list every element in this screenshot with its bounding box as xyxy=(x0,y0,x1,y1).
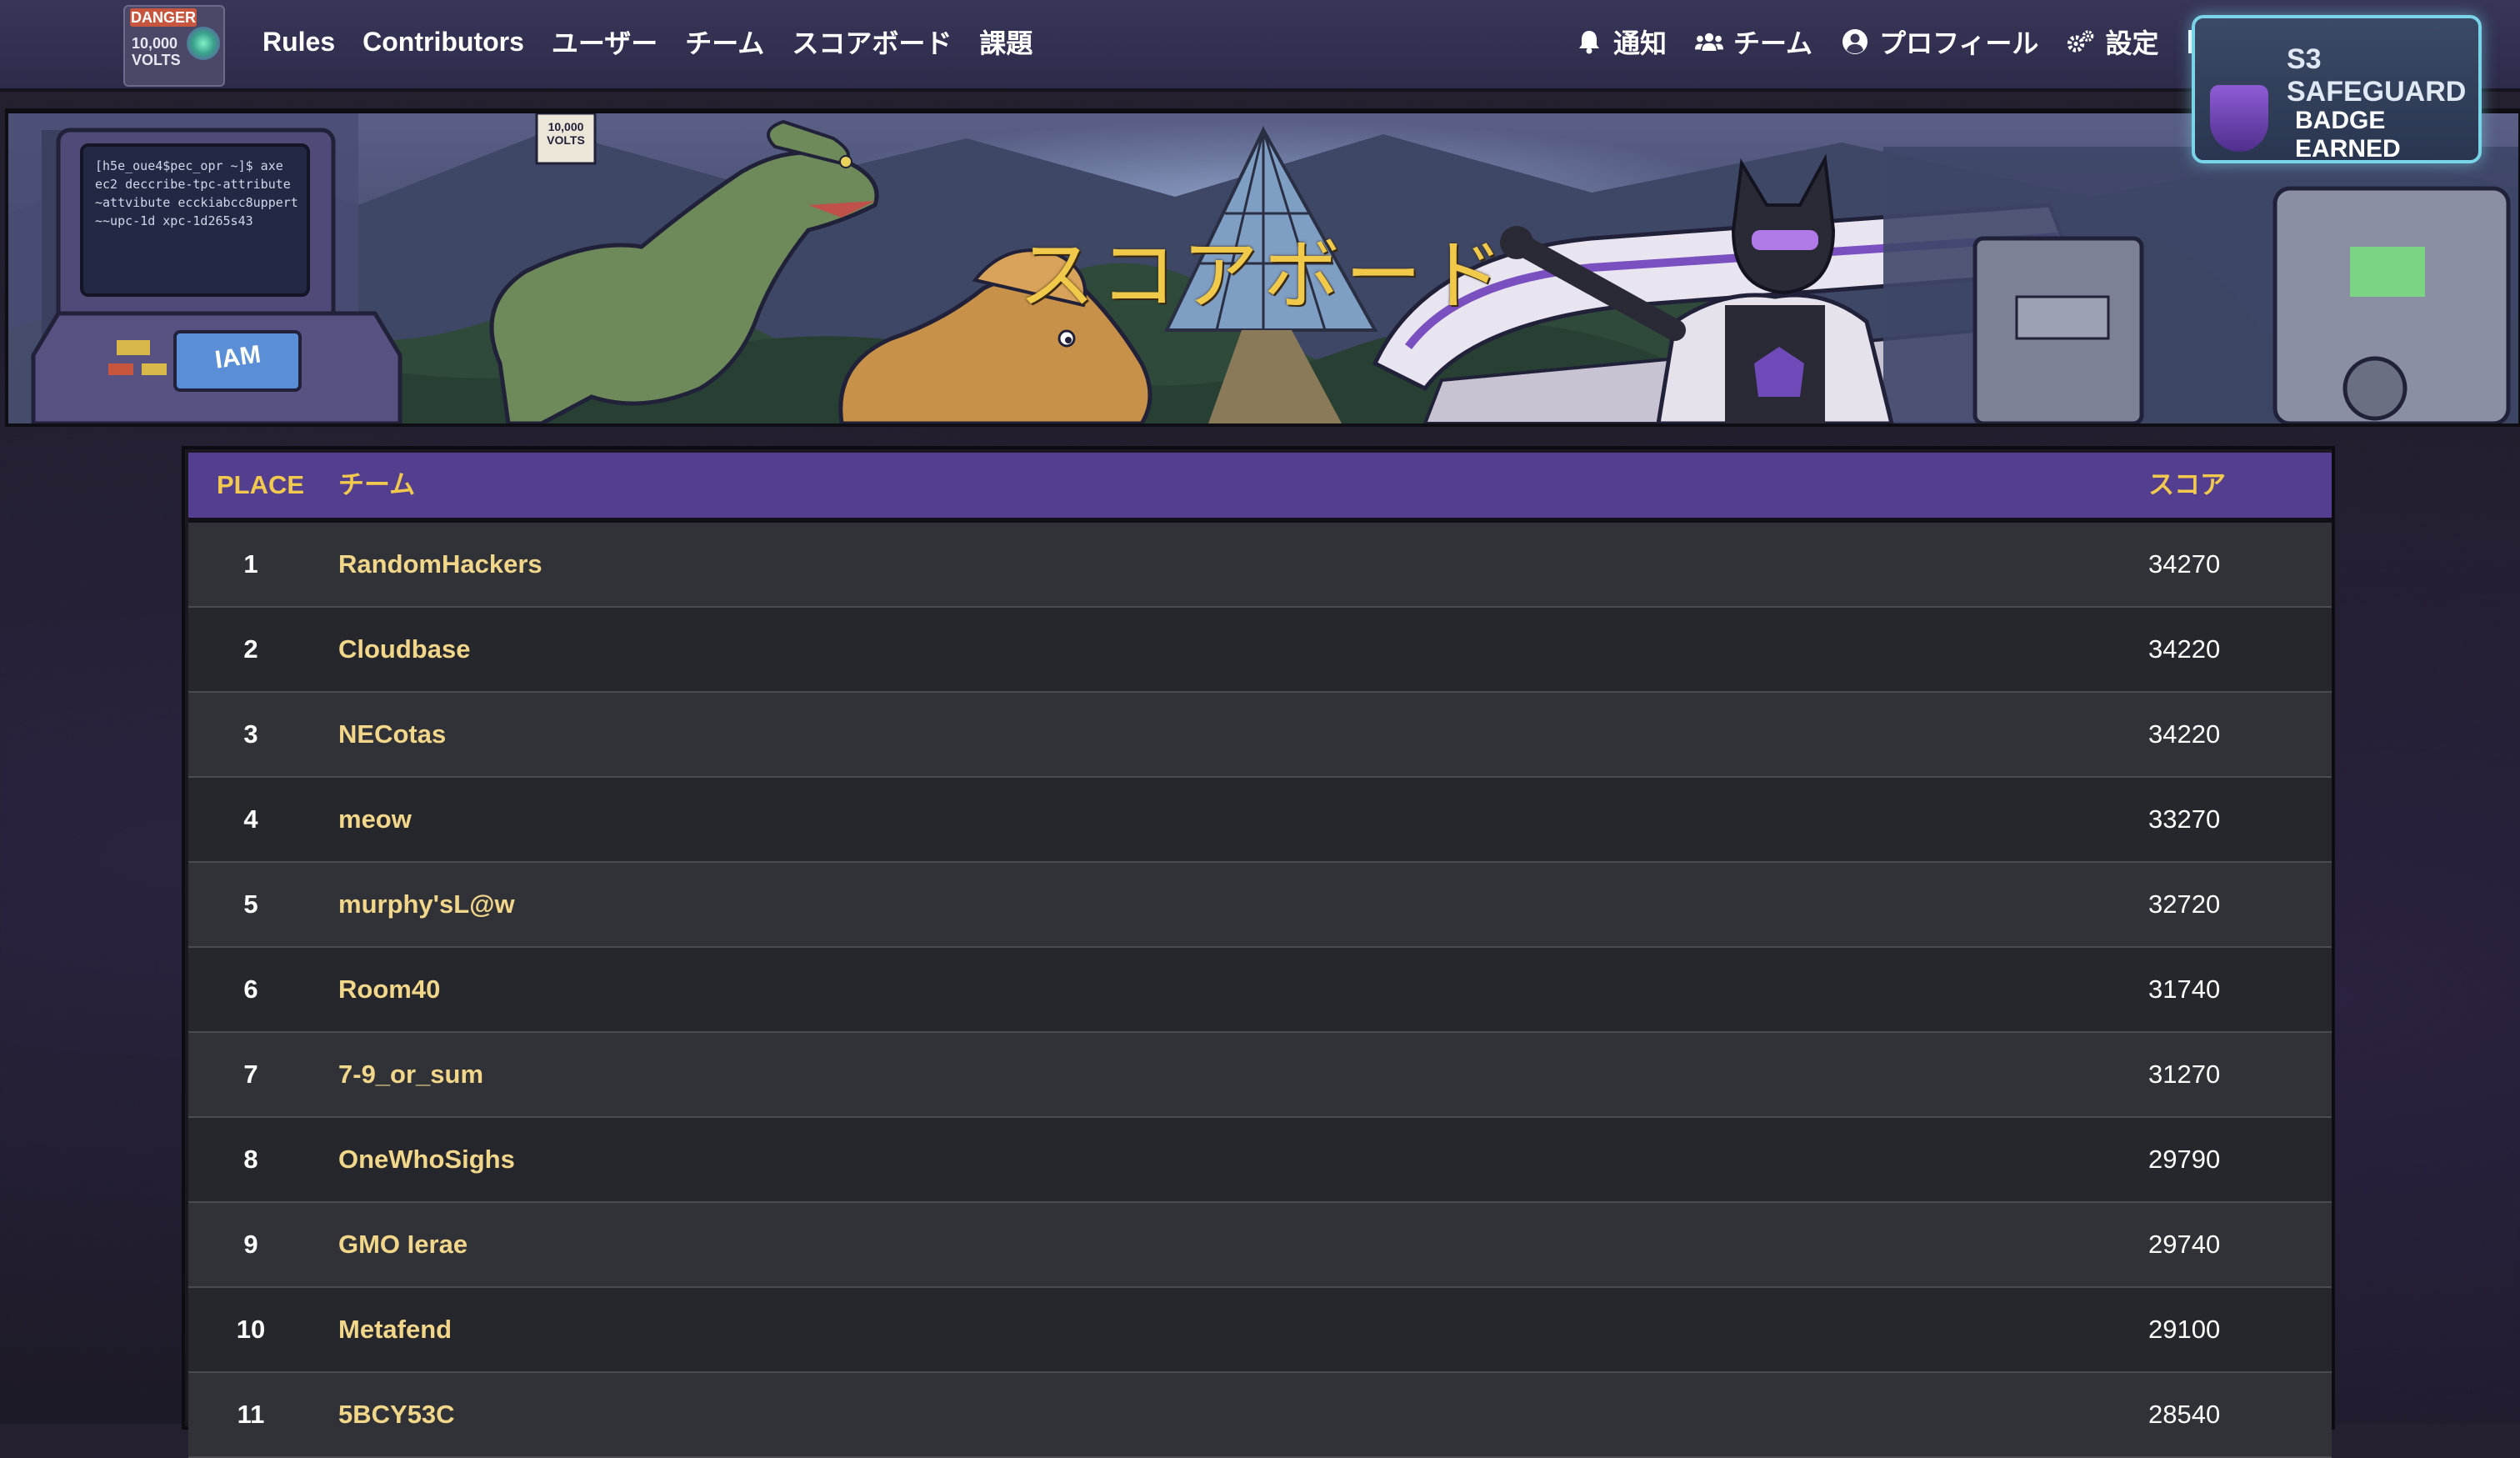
badge-title: S3 SAFEGUARD xyxy=(2287,43,2467,108)
place-cell: 5 xyxy=(243,889,258,919)
table-row: 11 5BCY53C 28540 xyxy=(188,1373,2332,1458)
table-row: 7 7-9_or_sum 31270 xyxy=(188,1033,2332,1118)
place-cell: 1 xyxy=(243,549,258,579)
nav-settings-label: 設定 xyxy=(2105,28,2159,58)
top-navbar: DANGER 10,000 VOLTS Rules Contributors ユ… xyxy=(0,0,2520,92)
place-cell: 10 xyxy=(236,1315,266,1344)
place-cell: 3 xyxy=(243,719,258,749)
score-cell: 34220 xyxy=(2148,719,2221,749)
nav-notifications-label: 通知 xyxy=(1613,28,1668,58)
team-link[interactable]: NECotas xyxy=(338,693,446,776)
nav-link-teams[interactable]: チーム xyxy=(685,23,764,61)
badge-subtitle: BADGE EARNED xyxy=(2295,107,2401,163)
nav-link-profile[interactable]: プロフィール xyxy=(1841,23,2038,61)
column-header-score[interactable]: スコア xyxy=(2148,453,2226,518)
terminal-line: [h5e_oue4$pec_opr ~]$ axe xyxy=(95,158,283,173)
table-body: 1 RandomHackers 34270 2 Cloudbase 34220 … xyxy=(188,523,2332,1458)
logo-danger-label: DANGER xyxy=(130,8,197,27)
team-link[interactable]: Cloudbase xyxy=(338,608,470,691)
table-row: 9 GMO Ierae 29740 xyxy=(188,1203,2332,1288)
score-cell: 34220 xyxy=(2148,634,2221,664)
logo-volts-label: 10,000 VOLTS xyxy=(132,35,181,68)
team-link[interactable]: meow xyxy=(338,778,412,861)
nav-right-links: 通知 チーム プロフィール 設定 A文 xyxy=(1575,0,2298,83)
table-row: 2 Cloudbase 34220 xyxy=(188,608,2332,693)
gears-icon xyxy=(2067,28,2095,56)
nav-profile-label: プロフィール xyxy=(1879,28,2039,58)
table-header: PLACE チーム スコア xyxy=(188,453,2332,523)
page-title: スコアボード xyxy=(1018,231,1508,320)
team-link[interactable]: 5BCY53C xyxy=(338,1373,455,1456)
nav-left-links: Rules Contributors ユーザー チーム スコアボード 課題 xyxy=(262,0,1032,83)
team-link[interactable]: RandomHackers xyxy=(338,523,542,606)
bell-icon xyxy=(1575,28,1603,56)
site-logo[interactable]: DANGER 10,000 VOLTS xyxy=(123,5,225,87)
table-row: 3 NECotas 34220 xyxy=(188,693,2332,778)
team-link[interactable]: murphy'sL@w xyxy=(338,863,515,946)
terminal-line: ec2 deccribe-tpc-attribute xyxy=(95,177,291,192)
table-row: 5 murphy'sL@w 32720 xyxy=(188,863,2332,948)
place-cell: 9 xyxy=(243,1230,258,1259)
place-cell: 6 xyxy=(243,975,258,1004)
score-cell: 29100 xyxy=(2148,1315,2221,1344)
scoreboard-banner: [h5e_oue4$pec_opr ~]$ axe ec2 deccribe-t… xyxy=(5,108,2520,427)
s3-safeguard-badge: S3 SAFEGUARD BADGE EARNED xyxy=(2192,15,2482,163)
nav-link-users[interactable]: ユーザー xyxy=(552,23,658,61)
users-icon xyxy=(1695,28,1724,56)
table-row: 1 RandomHackers 34270 xyxy=(188,523,2332,608)
place-cell: 4 xyxy=(243,804,258,834)
nav-link-notifications[interactable]: 通知 xyxy=(1575,23,1667,61)
score-cell: 31740 xyxy=(2148,975,2221,1004)
nav-link-challenges[interactable]: 課題 xyxy=(979,23,1032,61)
place-cell: 2 xyxy=(243,634,258,664)
place-cell: 8 xyxy=(243,1145,258,1174)
column-header-team[interactable]: チーム xyxy=(338,453,415,518)
team-link[interactable]: OneWhoSighs xyxy=(338,1118,515,1201)
score-cell: 34270 xyxy=(2148,549,2221,579)
nav-link-scoreboard[interactable]: スコアボード xyxy=(792,23,952,61)
nav-link-contributors[interactable]: Contributors xyxy=(362,27,524,58)
score-cell: 28540 xyxy=(2148,1400,2221,1429)
terminal-line: ~attvibute ecckiabcc8uppert xyxy=(95,195,298,210)
score-cell: 29790 xyxy=(2148,1145,2221,1174)
table-row: 10 Metafend 29100 xyxy=(188,1288,2332,1373)
team-link[interactable]: GMO Ierae xyxy=(338,1203,468,1286)
nav-link-my-team[interactable]: チーム xyxy=(1695,23,1812,61)
team-link[interactable]: Metafend xyxy=(338,1288,452,1371)
banner-volts-sign: 10,000 VOLTS xyxy=(547,120,585,147)
score-cell: 31270 xyxy=(2148,1060,2221,1089)
scoreboard-table: PLACE チーム スコア 1 RandomHackers 34270 2 Cl… xyxy=(182,446,2335,1458)
place-cell: 7 xyxy=(243,1060,258,1089)
place-cell: 11 xyxy=(237,1400,265,1429)
nav-link-settings[interactable]: 設定 xyxy=(2067,23,2158,61)
column-header-place[interactable]: PLACE xyxy=(217,453,304,518)
shield-icon xyxy=(2210,85,2268,152)
nav-my-team-label: チーム xyxy=(1733,28,1813,58)
table-row: 8 OneWhoSighs 29790 xyxy=(188,1118,2332,1203)
nav-link-rules[interactable]: Rules xyxy=(262,27,335,58)
logo-gem-icon xyxy=(187,27,220,60)
user-circle-icon xyxy=(1841,28,1869,56)
team-link[interactable]: Room40 xyxy=(338,948,440,1031)
score-cell: 32720 xyxy=(2148,889,2221,919)
table-row: 4 meow 33270 xyxy=(188,778,2332,863)
score-cell: 33270 xyxy=(2148,804,2221,834)
score-cell: 29740 xyxy=(2148,1230,2221,1259)
table-row: 6 Room40 31740 xyxy=(188,948,2332,1033)
team-link[interactable]: 7-9_or_sum xyxy=(338,1033,483,1116)
